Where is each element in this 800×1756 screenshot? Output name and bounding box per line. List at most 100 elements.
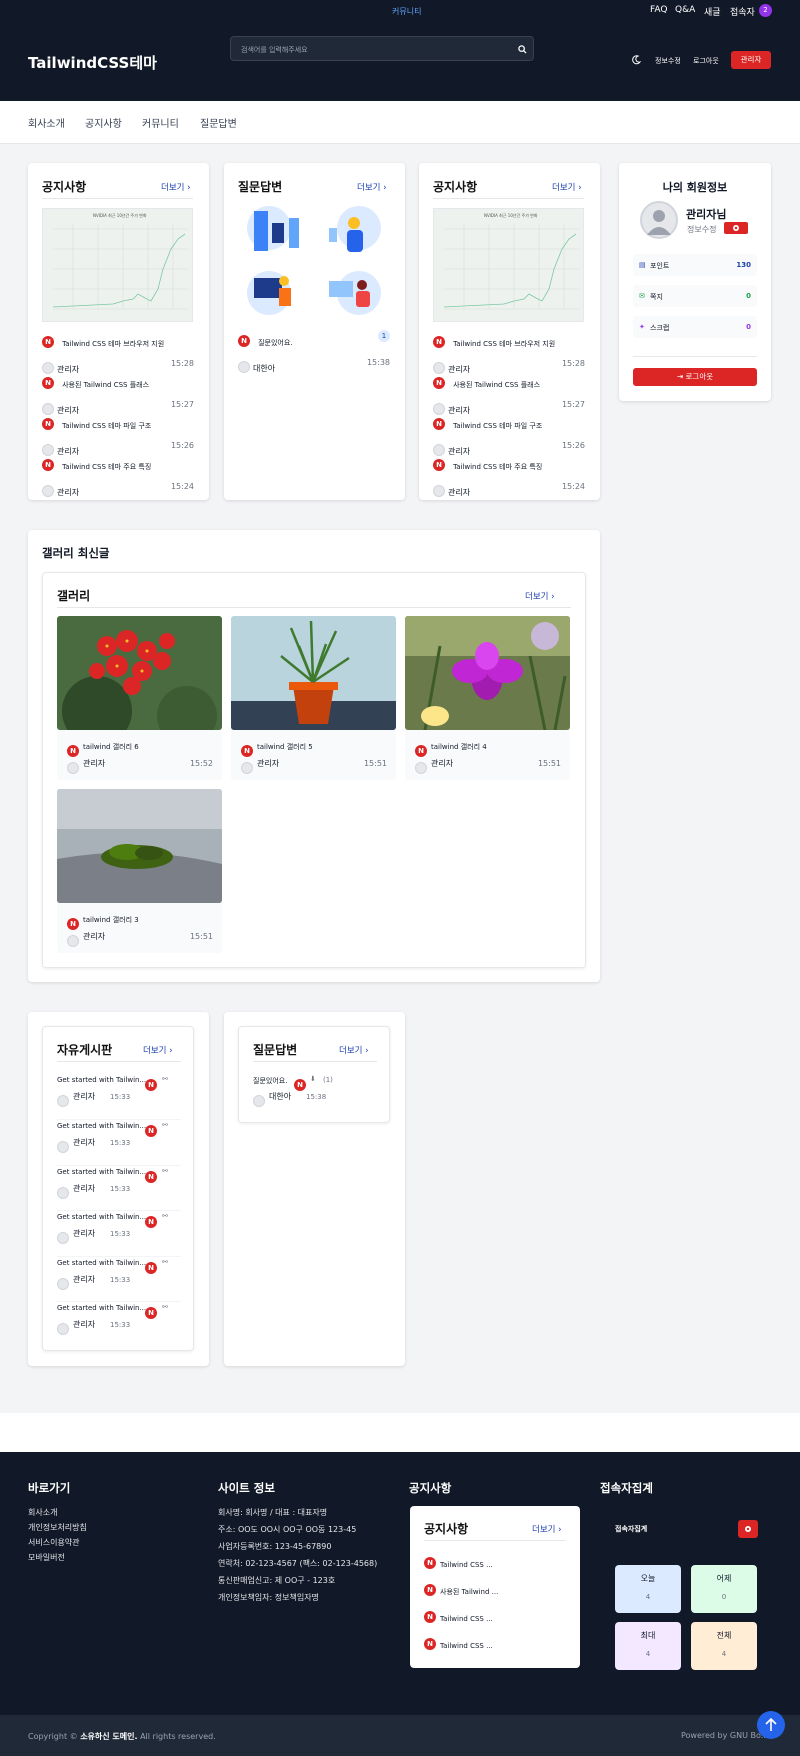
list-item[interactable]: N Tailwind CSS 테마 브라우저 지원 관리자 15:28 xyxy=(42,331,194,374)
post-title[interactable]: Get started with Tailwin... xyxy=(57,1213,146,1221)
gallery-item[interactable]: N tailwind 갤러리 3 관리자 15:51 xyxy=(57,789,222,953)
gallery-item[interactable]: N tailwind 갤러리 4 관리자 15:51 xyxy=(405,616,570,780)
nav-item-about[interactable]: 회사소개 xyxy=(28,115,65,130)
list-item[interactable]: Get started with Tailwin... N ⚯ 관리자 15:3… xyxy=(57,1301,181,1339)
stat-yesterday: 어제 0 xyxy=(691,1565,757,1613)
gallery-title[interactable]: tailwind 갤러리 5 xyxy=(257,742,313,752)
more-link[interactable]: 더보기 › xyxy=(143,1044,173,1056)
settings-button[interactable] xyxy=(724,222,748,234)
list-item[interactable]: N Tailwind CSS 테마 파일 구조 관리자 15:26 xyxy=(433,413,585,456)
list-item[interactable]: Get started with Tailwin... N ⚯ 관리자 15:3… xyxy=(57,1165,181,1203)
gallery-item[interactable]: N tailwind 갤러리 5 관리자 15:51 xyxy=(231,616,396,780)
list-item[interactable]: 질문있어요. N ⬇ (1) 대한아 15:38 xyxy=(253,1074,377,1112)
more-link[interactable]: 더보기 › xyxy=(161,181,191,193)
gallery-item[interactable]: N tailwind 갤러리 6 관리자 15:52 xyxy=(57,616,222,780)
list-item[interactable]: N 사용된 Tailwind CSS 플래스 관리자 15:27 xyxy=(42,372,194,415)
messages-row[interactable]: ✉ 쪽지 0 xyxy=(633,285,757,307)
post-title[interactable]: 사용된 Tailwind CSS 플래스 xyxy=(453,381,540,389)
points-value: 130 xyxy=(736,261,751,269)
gallery-title[interactable]: tailwind 갤러리 4 xyxy=(431,742,487,752)
gallery-thumbnail[interactable] xyxy=(231,616,396,730)
gallery-thumbnail[interactable] xyxy=(57,789,222,903)
post-title[interactable]: 사용된 Tailwind ... xyxy=(440,1588,498,1596)
post-title[interactable]: 질문있어요. xyxy=(258,339,292,347)
nav-item-qna[interactable]: 질문답변 xyxy=(200,115,237,130)
post-title[interactable]: Tailwind CSS ... xyxy=(440,1615,493,1623)
post-author: 관리자 xyxy=(73,1184,96,1193)
list-item[interactable]: N 사용된 Tailwind CSS 플래스 관리자 15:27 xyxy=(433,372,585,415)
search-box[interactable]: 검색어를 입력해주세요 xyxy=(230,36,534,61)
nav-item-community[interactable]: 커뮤니티 xyxy=(142,115,179,130)
more-link[interactable]: 더보기 › xyxy=(552,181,582,193)
gear-icon xyxy=(733,225,739,231)
gallery-title[interactable]: tailwind 갤러리 6 xyxy=(83,742,139,752)
avatar xyxy=(57,1140,69,1153)
post-title[interactable]: Tailwind CSS 테마 주요 특징 xyxy=(453,463,542,471)
community-link[interactable]: 커뮤니티 xyxy=(392,6,421,17)
post-title[interactable]: Tailwind CSS 테마 파일 구조 xyxy=(62,422,151,430)
site-logo[interactable]: TailwindCSS테마 xyxy=(28,52,157,73)
admin-button[interactable]: 관리자 xyxy=(731,51,771,69)
list-item[interactable]: N Tailwind CSS 테마 파일 구조 관리자 15:26 xyxy=(42,413,194,456)
post-title[interactable]: Get started with Tailwin... xyxy=(57,1076,146,1084)
post-title[interactable]: Tailwind CSS 테마 주요 특징 xyxy=(62,463,151,471)
list-item[interactable]: N Tailwind CSS ... xyxy=(424,1633,493,1652)
settings-button[interactable] xyxy=(738,1520,758,1538)
list-item[interactable]: N Tailwind CSS ... xyxy=(424,1606,493,1625)
gallery-thumbnail[interactable] xyxy=(405,616,570,730)
new-posts-link[interactable]: 새글 xyxy=(704,5,721,18)
scrap-row[interactable]: ✦ 스크랩 0 xyxy=(633,316,757,338)
site-info-line: 사업자등록번호: 123-45-67890 xyxy=(218,1542,332,1551)
post-title[interactable]: Tailwind CSS ... xyxy=(440,1642,493,1650)
post-title[interactable]: Get started with Tailwin... xyxy=(57,1168,146,1176)
more-link[interactable]: 더보기 › xyxy=(532,1523,562,1535)
post-title[interactable]: Get started with Tailwin... xyxy=(57,1122,146,1130)
list-item[interactable]: Get started with Tailwin... N ⚯ 관리자 15:3… xyxy=(57,1119,181,1157)
edit-profile-link[interactable]: 정보수정 xyxy=(687,224,716,235)
edit-profile-link[interactable]: 정보수정 xyxy=(655,56,681,66)
points-row[interactable]: ▤ 포인트 130 xyxy=(633,254,757,276)
footer-link[interactable]: 모바일버전 xyxy=(28,1552,65,1563)
gallery-thumbnail[interactable] xyxy=(57,616,222,730)
list-item[interactable]: N Tailwind CSS ... xyxy=(424,1552,493,1571)
post-title[interactable]: Tailwind CSS 테마 브라우저 지원 xyxy=(453,340,555,348)
new-badge: N xyxy=(433,458,445,471)
footer-link[interactable]: 개인정보처리방침 xyxy=(28,1522,87,1533)
card-title: 갤러리 xyxy=(57,589,91,603)
footer-link[interactable]: 서비스이용약관 xyxy=(28,1537,80,1548)
more-link[interactable]: 더보기 › xyxy=(525,590,555,602)
more-link[interactable]: 더보기 › xyxy=(339,1044,369,1056)
post-title[interactable]: Tailwind CSS 테마 파일 구조 xyxy=(453,422,542,430)
logout-button[interactable]: ⇥ 로그아웃 xyxy=(633,368,757,386)
post-title[interactable]: 사용된 Tailwind CSS 플래스 xyxy=(62,381,149,389)
gallery-title[interactable]: tailwind 갤러리 3 xyxy=(83,915,139,925)
post-title[interactable]: Tailwind CSS 테마 브라우저 지원 xyxy=(62,340,164,348)
list-item[interactable]: N Tailwind CSS 테마 주요 특징 관리자 15:24 xyxy=(433,454,585,497)
footer-link[interactable]: 회사소개 xyxy=(28,1507,57,1518)
search-icon[interactable] xyxy=(518,45,527,54)
post-title[interactable]: Get started with Tailwin... xyxy=(57,1259,146,1267)
new-badge: N xyxy=(42,458,54,471)
logout-link[interactable]: 로그아웃 xyxy=(693,56,719,66)
post-title[interactable]: 질문있어요. xyxy=(253,1076,287,1086)
faq-link[interactable]: FAQ xyxy=(650,5,667,15)
search-input[interactable]: 검색어를 입력해주세요 xyxy=(241,45,308,55)
list-item[interactable]: N 사용된 Tailwind ... xyxy=(424,1579,498,1598)
site-info-line: 주소: OO도 OO시 OO구 OO동 123-45 xyxy=(218,1525,357,1534)
more-link[interactable]: 더보기 › xyxy=(357,181,387,193)
list-item[interactable]: Get started with Tailwin... N ⚯ 관리자 15:3… xyxy=(57,1210,181,1248)
list-item[interactable]: N 질문있어요. 1 대한아 15:38 xyxy=(238,330,390,373)
post-title[interactable]: Get started with Tailwin... xyxy=(57,1304,146,1312)
list-item[interactable]: N Tailwind CSS 테마 브라우저 지원 관리자 15:28 xyxy=(433,331,585,374)
list-item[interactable]: Get started with Tailwin... N ⚯ 관리자 15:3… xyxy=(57,1074,181,1112)
moon-icon[interactable] xyxy=(631,55,641,65)
qa-link[interactable]: Q&A xyxy=(675,5,695,15)
user-icon xyxy=(647,210,671,235)
scroll-top-button[interactable] xyxy=(757,1711,785,1739)
nav-item-notice[interactable]: 공지사항 xyxy=(85,115,122,130)
list-item[interactable]: N Tailwind CSS 테마 주요 특징 관리자 15:24 xyxy=(42,454,194,497)
post-title[interactable]: Tailwind CSS ... xyxy=(440,1561,493,1569)
visitors-link[interactable]: 접속자 xyxy=(730,5,755,18)
list-item[interactable]: Get started with Tailwin... N ⚯ 관리자 15:3… xyxy=(57,1256,181,1294)
visitor-stats-subtitle: 접속자집계 xyxy=(615,1525,648,1533)
